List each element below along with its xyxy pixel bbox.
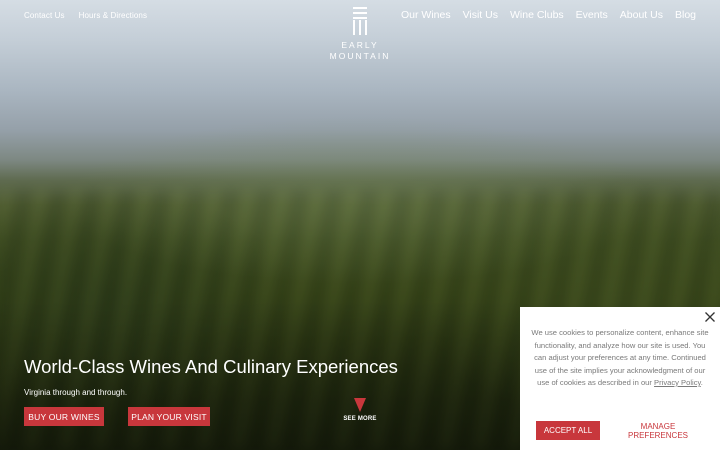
nav-wine-clubs[interactable]: Wine Clubs [510,9,564,21]
hours-directions-link[interactable]: Hours & Directions [79,11,148,20]
hero-subtitle: Virginia through and through. [24,388,128,397]
contact-us-link[interactable]: Contact Us [24,11,65,20]
buy-our-wines-button[interactable]: BUY OUR WINES [24,407,104,426]
logo-mark-icon [353,7,367,35]
utility-nav: Contact Us Hours & Directions [24,11,147,20]
accept-all-button[interactable]: ACCEPT ALL [536,421,600,440]
plan-your-visit-button[interactable]: PLAN YOUR VISIT [128,407,210,426]
see-more-link[interactable]: SEE MORE [340,398,380,422]
nav-visit-us[interactable]: Visit Us [463,9,498,21]
main-nav: Our Wines Visit Us Wine Clubs Events Abo… [401,9,696,21]
nav-our-wines[interactable]: Our Wines [401,9,451,21]
logo-line-2: MOUNTAIN [329,51,391,61]
down-triangle-icon [354,398,366,412]
close-icon[interactable] [704,311,716,323]
manage-preferences-button[interactable]: MANAGE PREFERENCES [610,421,706,440]
logo-line-1: EARLY [341,40,379,50]
site-logo[interactable]: EARLY MOUNTAIN [318,7,402,67]
cookie-message-end: . [700,378,703,387]
nav-about-us[interactable]: About Us [620,9,663,21]
nav-events[interactable]: Events [576,9,608,21]
cookie-banner: We use cookies to personalize content, e… [520,307,720,450]
see-more-label: SEE MORE [343,416,377,422]
privacy-policy-link[interactable]: Privacy Policy [654,378,701,387]
cookie-message: We use cookies to personalize content, e… [530,327,710,390]
hero-title: World-Class Wines And Culinary Experienc… [24,356,398,377]
nav-blog[interactable]: Blog [675,9,696,21]
